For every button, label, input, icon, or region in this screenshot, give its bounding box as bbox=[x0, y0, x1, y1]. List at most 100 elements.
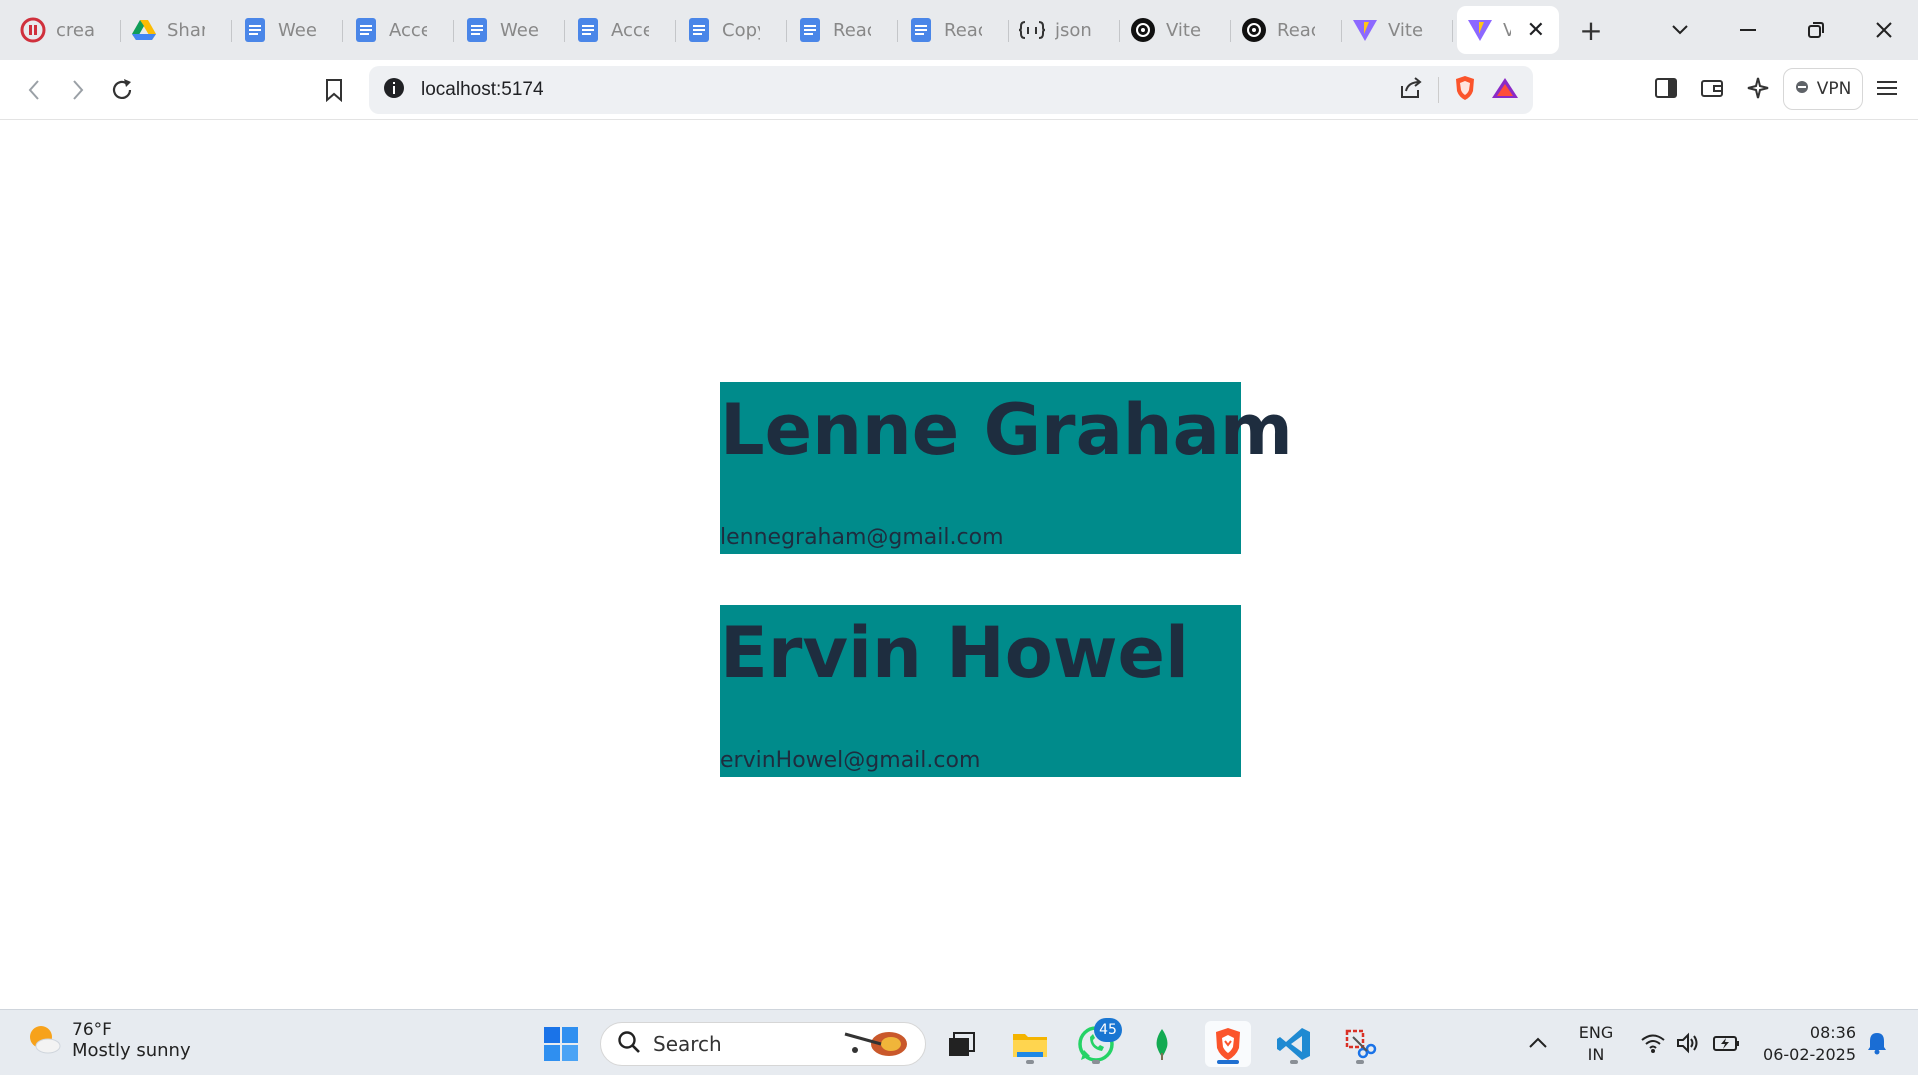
google-docs-icon bbox=[908, 17, 934, 43]
tab-5[interactable]: Weel bbox=[454, 6, 565, 54]
tab-7[interactable]: Copy bbox=[676, 6, 787, 54]
system-clock[interactable]: 08:36 06-02-2025 bbox=[1758, 1022, 1856, 1066]
vpn-status-icon bbox=[1795, 79, 1809, 99]
vpn-label: VPN bbox=[1816, 79, 1852, 99]
notification-bell-icon[interactable] bbox=[1866, 1010, 1888, 1076]
tab-label: V bbox=[1503, 19, 1511, 41]
user-name: Ervin Howel bbox=[720, 612, 1189, 694]
leo-ai-icon[interactable] bbox=[1746, 75, 1770, 105]
bookmark-icon[interactable] bbox=[312, 68, 356, 112]
tab-11[interactable]: Vite bbox=[1120, 6, 1231, 54]
taskbar: 76°F Mostly sunny Search 45 ENG IN 08:36… bbox=[0, 1009, 1918, 1075]
user-email: ervinHowel@gmail.com bbox=[720, 748, 981, 773]
partly-sunny-icon bbox=[26, 1022, 62, 1060]
tab-2[interactable]: Shar bbox=[121, 6, 232, 54]
volume-icon[interactable] bbox=[1676, 1010, 1700, 1076]
json-placeholder-icon bbox=[1019, 17, 1045, 43]
input-language[interactable]: ENG IN bbox=[1578, 1022, 1614, 1066]
region-code: IN bbox=[1587, 1045, 1605, 1064]
tab-9[interactable]: Reac bbox=[898, 6, 1009, 54]
google-docs-icon bbox=[242, 17, 268, 43]
close-tab-icon[interactable]: ✕ bbox=[1527, 18, 1545, 43]
vpn-button[interactable]: VPN bbox=[1783, 68, 1863, 110]
tab-label: Reac bbox=[833, 19, 871, 41]
taskbar-search[interactable]: Search bbox=[600, 1022, 926, 1066]
google-docs-icon bbox=[686, 17, 712, 43]
restore-icon[interactable] bbox=[1782, 0, 1850, 60]
user-email: lennegraham@gmail.com bbox=[720, 525, 1004, 550]
weather-widget[interactable]: 76°F Mostly sunny bbox=[26, 1020, 191, 1061]
battery-charging-icon[interactable] bbox=[1712, 1010, 1740, 1076]
tab-13[interactable]: Vite bbox=[1342, 6, 1453, 54]
weather-temp: 76°F bbox=[72, 1020, 112, 1040]
file-explorer-icon[interactable] bbox=[1007, 1021, 1053, 1067]
tab-active[interactable]: V ✕ bbox=[1457, 6, 1559, 54]
user-card: Ervin Howel ervinHowel@gmail.com bbox=[720, 605, 1241, 777]
tab-list: creat Shar Weel Acce Weel bbox=[0, 0, 1611, 60]
tab-12[interactable]: Reac bbox=[1231, 6, 1342, 54]
time: 08:36 bbox=[1809, 1023, 1856, 1042]
new-tab-button[interactable]: + bbox=[1571, 10, 1611, 50]
brave-rewards-icon[interactable] bbox=[1491, 76, 1519, 104]
address-bar[interactable]: localhost:5174 bbox=[369, 66, 1533, 114]
minimize-icon[interactable] bbox=[1714, 0, 1782, 60]
brave-browser-icon[interactable] bbox=[1205, 1021, 1251, 1067]
share-icon[interactable] bbox=[1398, 76, 1424, 104]
sidebar-toggle-icon[interactable] bbox=[1654, 77, 1678, 103]
tab-6[interactable]: Acce bbox=[565, 6, 676, 54]
mongodb-compass-icon[interactable] bbox=[1139, 1021, 1185, 1067]
tab-label: Shar bbox=[167, 19, 205, 41]
google-drive-icon bbox=[131, 17, 157, 43]
active-indicator bbox=[1217, 1060, 1239, 1064]
forward-icon[interactable] bbox=[56, 68, 100, 112]
tab-label: json bbox=[1055, 19, 1092, 41]
tab-label: creat bbox=[56, 19, 94, 41]
google-docs-icon bbox=[464, 17, 490, 43]
reload-icon[interactable] bbox=[100, 68, 144, 112]
show-hidden-icons[interactable] bbox=[1528, 1010, 1548, 1076]
openai-icon bbox=[1241, 17, 1267, 43]
tab-1[interactable]: creat bbox=[10, 6, 121, 54]
search-icon bbox=[617, 1030, 641, 1058]
divider bbox=[1438, 77, 1439, 103]
brave-shields-icon[interactable] bbox=[1453, 74, 1477, 106]
vite-icon bbox=[1467, 17, 1493, 43]
tab-label: Copy bbox=[722, 19, 760, 41]
tab-label: Weel bbox=[500, 19, 538, 41]
start-button[interactable] bbox=[538, 1021, 584, 1067]
window-controls bbox=[1646, 0, 1918, 60]
snipping-tool-icon[interactable] bbox=[1337, 1021, 1383, 1067]
tab-label: Reac bbox=[1277, 19, 1315, 41]
google-docs-icon bbox=[353, 17, 379, 43]
tab-label: Reac bbox=[944, 19, 982, 41]
back-icon[interactable] bbox=[12, 68, 56, 112]
wifi-icon[interactable] bbox=[1640, 1010, 1666, 1076]
wallet-icon[interactable] bbox=[1700, 77, 1724, 103]
tab-4[interactable]: Acce bbox=[343, 6, 454, 54]
url-text[interactable]: localhost:5174 bbox=[421, 79, 544, 101]
tab-strip: creat Shar Weel Acce Weel bbox=[0, 0, 1918, 60]
address-bar-actions bbox=[1398, 66, 1519, 114]
running-indicator bbox=[1290, 1060, 1298, 1064]
tab-10[interactable]: json bbox=[1009, 6, 1120, 54]
tab-3[interactable]: Weel bbox=[232, 6, 343, 54]
date: 06-02-2025 bbox=[1763, 1045, 1856, 1064]
language-code: ENG bbox=[1578, 1023, 1614, 1042]
tab-label: Acce bbox=[611, 19, 649, 41]
running-indicator bbox=[1092, 1060, 1100, 1064]
openai-icon bbox=[1130, 17, 1156, 43]
task-view-icon[interactable] bbox=[938, 1021, 984, 1067]
vscode-icon[interactable] bbox=[1271, 1021, 1317, 1067]
menu-icon[interactable] bbox=[1876, 79, 1898, 101]
tab-label: Acce bbox=[389, 19, 427, 41]
close-window-icon[interactable] bbox=[1850, 0, 1918, 60]
search-highlight-icon bbox=[841, 1024, 917, 1064]
site-info-icon[interactable] bbox=[383, 77, 405, 103]
browser-toolbar: localhost:5174 VPN bbox=[0, 60, 1918, 120]
tab-8[interactable]: Reac bbox=[787, 6, 898, 54]
page-content: Lenne Graham lennegraham@gmail.com Ervin… bbox=[0, 121, 1918, 1009]
user-card: Lenne Graham lennegraham@gmail.com bbox=[720, 382, 1293, 554]
vite-icon bbox=[1352, 17, 1378, 43]
tab-label: Vite bbox=[1388, 19, 1424, 41]
tab-search-icon[interactable] bbox=[1646, 0, 1714, 60]
